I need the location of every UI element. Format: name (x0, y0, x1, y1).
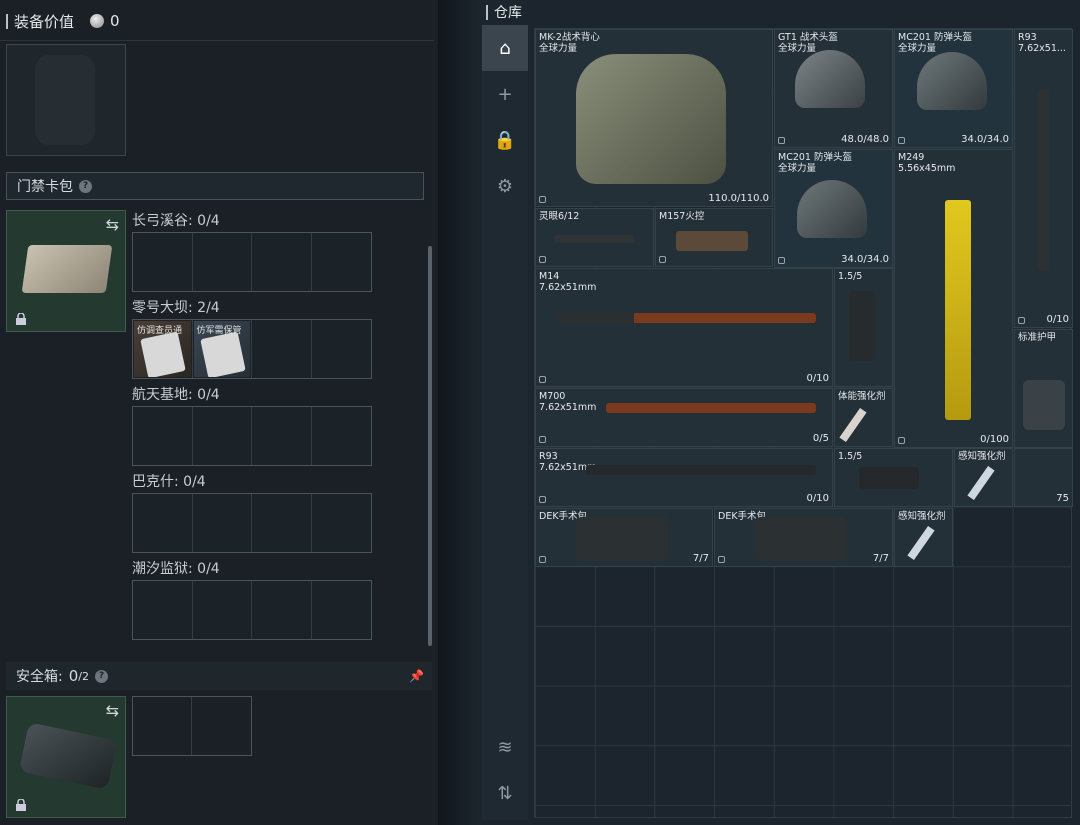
left-panel: 装备价值 0 门禁卡包 ? ⇆ 长弓溪谷: 0/4 零号大坝: 2/4 仿调查员… (0, 0, 438, 825)
keycard-grid-2[interactable]: 仿调查员通 仿军需保管 (132, 319, 372, 379)
stash-header: 仓库 (486, 2, 522, 22)
stash-panel: 仓库 ⌂ + 🔒 ⚙ ≋ ⇅ MK-2战术背心 全球力量 110.0/110.0 … (476, 0, 1080, 825)
safe-box-icon (18, 722, 118, 790)
keycard-item[interactable]: 仿调查员通 (134, 321, 191, 377)
keycard-title: 门禁卡包 (17, 179, 73, 195)
machine-gun-icon (945, 200, 971, 420)
equip-value-header: 装备价值 0 (6, 8, 120, 34)
item-stim-3[interactable]: 感知强化剂 (894, 508, 953, 567)
stash-home-icon[interactable]: ⌂ (482, 25, 528, 71)
sort-icon[interactable]: ⇅ (482, 770, 528, 816)
keycard-icon (140, 331, 186, 377)
item-armor[interactable]: 标准护甲 (1014, 329, 1073, 448)
backpack-slot[interactable] (6, 44, 126, 156)
item-r93-vertical[interactable]: R93 7.62x51... 0/10 (1014, 29, 1073, 328)
safe-max: /2 (78, 669, 89, 683)
scrollbar[interactable] (428, 246, 432, 646)
item-stim-1[interactable]: 体能强化剂 (834, 388, 893, 447)
stash-title: 仓库 (494, 5, 522, 21)
divider (0, 40, 434, 41)
stash-grid[interactable]: MK-2战术背心 全球力量 110.0/110.0 GT1 战术头盔 全球力量 48… (534, 28, 1073, 818)
keycard-grid-1[interactable] (132, 232, 372, 292)
safe-title: 安全箱: (16, 669, 63, 685)
lock-icon[interactable]: 🔒 (482, 117, 528, 163)
item-vest[interactable]: MK-2战术背心 全球力量 110.0/110.0 (535, 29, 773, 207)
map-label-5: 潮汐监狱: 0/4 (132, 561, 220, 577)
injector-icon (839, 407, 867, 443)
item-gt1-helmet[interactable]: GT1 战术头盔 全球力量 48.0/48.0 (774, 29, 893, 148)
equip-value-label: 装备价值 (14, 12, 75, 31)
header-bar (6, 13, 8, 29)
keycard-grid-5[interactable] (132, 580, 372, 640)
item-scope[interactable]: 灵眼6/12 (535, 208, 654, 267)
item-dek-2[interactable]: DEK手术包 7/7 (714, 508, 893, 567)
helmet-icon (917, 52, 987, 110)
settings-icon[interactable]: ⚙ (482, 163, 528, 209)
scope-icon (554, 235, 634, 243)
item-m14[interactable]: M14 7.62x51mm 0/10 (535, 268, 833, 387)
item-stim-2[interactable]: 感知强化剂 (954, 448, 1013, 507)
keycard-section-header: 门禁卡包 ? (6, 172, 424, 200)
injector-icon (907, 525, 935, 561)
help-icon[interactable]: ? (94, 669, 108, 683)
stash-sidebar: ⌂ + 🔒 ⚙ ≋ ⇅ (482, 25, 528, 820)
fire-control-icon (676, 231, 748, 251)
item-ammo[interactable]: 75 (1014, 448, 1073, 507)
rifle-icon (556, 313, 816, 323)
equip-value: 0 (110, 12, 120, 30)
keycard-pack-slot[interactable]: ⇆ (6, 210, 126, 332)
coin-icon (90, 14, 105, 28)
night-vision-icon (859, 467, 919, 489)
item-mc201-helmet-2[interactable]: MC201 防弹头盔 全球力量 34.0/34.0 (774, 149, 893, 268)
backpack-silhouette-icon (35, 55, 95, 145)
swap-icon[interactable]: ⇆ (106, 215, 119, 234)
item-nv-1[interactable]: 1.5/5 (834, 268, 893, 387)
item-m249[interactable]: M249 5.56x45mm 0/100 (894, 149, 1013, 448)
keycard-grid-4[interactable] (132, 493, 372, 553)
item-m157[interactable]: M157火控 (655, 208, 773, 267)
map-label-1: 长弓溪谷: 0/4 (132, 213, 220, 229)
safe-box-slot[interactable]: ⇆ (6, 696, 126, 818)
lock-icon (16, 799, 26, 811)
keycard-pack-icon (21, 245, 113, 293)
pin-icon[interactable]: 📌 (409, 669, 424, 683)
item-mc201-helmet[interactable]: MC201 防弹头盔 全球力量 34.0/34.0 (894, 29, 1013, 148)
rifle-icon (606, 403, 816, 413)
keycard-icon (199, 331, 246, 377)
map-label-3: 航天基地: 0/4 (132, 387, 220, 403)
injector-icon (967, 465, 995, 501)
item-dek-1[interactable]: DEK手术包 7/7 (535, 508, 713, 567)
safe-box-header: 安全箱: 0/2 ? 📌 (6, 662, 432, 690)
helmet-icon (797, 180, 867, 238)
rifle-icon (586, 465, 816, 475)
safe-count: 0 (68, 667, 79, 685)
swap-icon[interactable]: ⇆ (106, 701, 119, 720)
layers-icon[interactable]: ≋ (482, 724, 528, 770)
header-bar (486, 4, 488, 20)
helmet-icon (795, 50, 865, 108)
safe-box-grid[interactable] (132, 696, 252, 756)
keycard-grid-3[interactable] (132, 406, 372, 466)
lock-icon (16, 313, 26, 325)
add-icon[interactable]: + (482, 71, 528, 117)
help-icon[interactable]: ? (79, 179, 92, 193)
item-nv-2[interactable]: 1.5/5 (834, 448, 953, 507)
map-label-4: 巴克什: 0/4 (132, 474, 206, 490)
item-m700[interactable]: M700 7.62x51mm 0/5 (535, 388, 833, 447)
map-label-2: 零号大坝: 2/4 (132, 300, 220, 316)
rifle-icon (1037, 90, 1049, 270)
vest-icon (576, 54, 726, 184)
item-r93[interactable]: R93 7.62x51mm 0/10 (535, 448, 833, 507)
surgery-kit-icon (755, 517, 847, 561)
surgery-kit-icon (576, 517, 668, 561)
armor-icon (1023, 380, 1065, 430)
keycard-item[interactable]: 仿军需保管 (193, 321, 250, 377)
panel-gap (438, 0, 476, 825)
night-vision-icon (849, 291, 875, 361)
